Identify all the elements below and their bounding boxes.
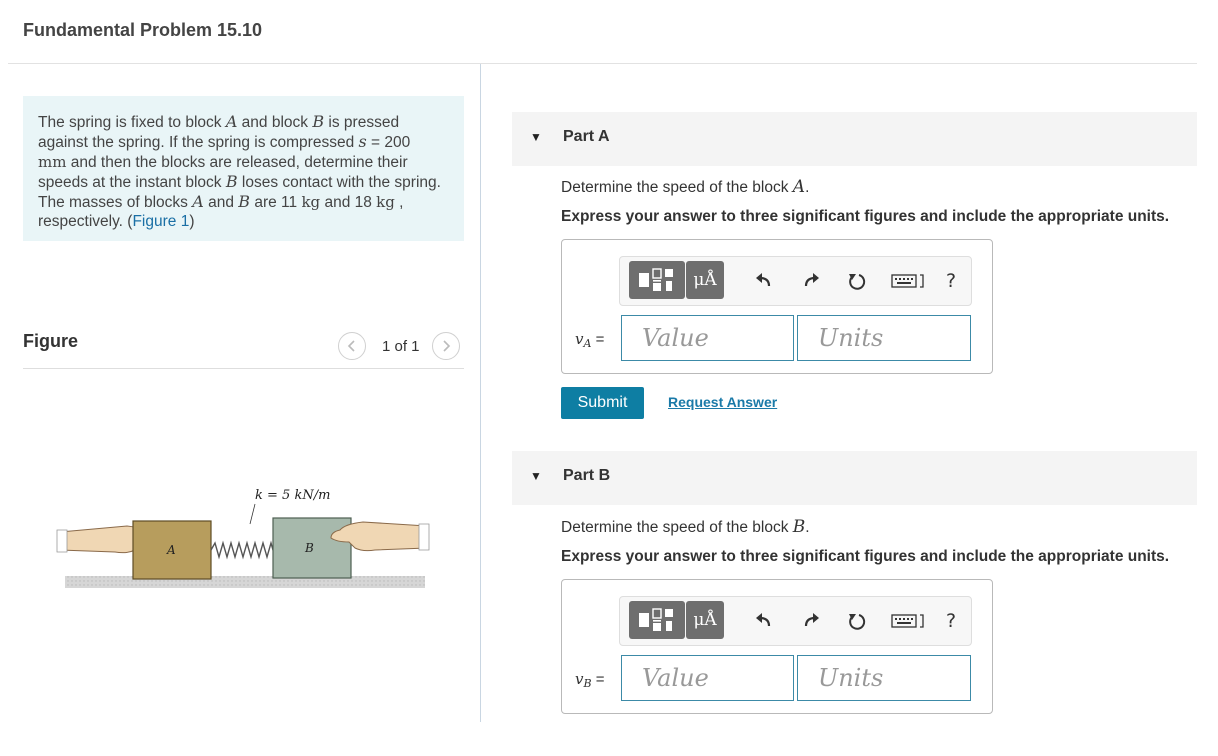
figure-divider xyxy=(23,368,464,369)
value-input[interactable] xyxy=(621,655,794,701)
symbols-icon: μÅ xyxy=(693,610,717,630)
redo-button[interactable] xyxy=(800,609,824,633)
part-b-answer-box: μÅ ? vB = xyxy=(561,579,993,714)
symbols-button[interactable]: μÅ xyxy=(686,601,724,639)
keyboard-button[interactable] xyxy=(890,609,926,633)
submit-button[interactable]: Submit xyxy=(561,387,644,419)
value-input[interactable] xyxy=(621,315,794,361)
figure-link[interactable]: Figure 1 xyxy=(132,213,189,230)
problem-text: = 200 xyxy=(366,134,411,152)
part-b-instructions: Express your answer to three significant… xyxy=(561,548,1170,565)
symbols-icon: μÅ xyxy=(693,270,717,290)
problem-text: and 18 xyxy=(320,194,377,212)
math-var: B xyxy=(238,192,251,212)
math-unit: kg xyxy=(301,193,321,212)
part-b-title: Part B xyxy=(563,467,611,484)
header-divider xyxy=(8,63,1197,64)
part-b-question: Determine the speed of the block B. xyxy=(561,517,810,537)
problem-text: and xyxy=(203,194,239,212)
spring-blocks-figure: k = 5 kN/m A B xyxy=(56,488,430,588)
block-b-label: B xyxy=(304,541,314,555)
undo-button[interactable] xyxy=(751,609,775,633)
problem-text: are 11 xyxy=(250,194,302,212)
figure-pager: 1 of 1 xyxy=(338,332,460,360)
redo-button[interactable] xyxy=(800,269,824,293)
templates-icon xyxy=(639,608,673,631)
part-a-header[interactable]: ▼ Part A xyxy=(512,112,1197,166)
variable-label: vB = xyxy=(575,670,605,690)
units-input[interactable] xyxy=(797,315,971,361)
templates-button[interactable] xyxy=(629,261,685,299)
units-input[interactable] xyxy=(797,655,971,701)
caret-down-icon: ▼ xyxy=(530,130,542,144)
question-var: B xyxy=(792,517,806,537)
equation-toolbar: μÅ ? xyxy=(619,256,972,306)
part-a-title: Part A xyxy=(563,128,610,145)
symbols-button[interactable]: μÅ xyxy=(686,261,724,299)
part-a-instructions: Express your answer to three significant… xyxy=(561,208,1170,225)
reset-button[interactable] xyxy=(845,609,869,633)
math-var: A xyxy=(225,112,238,131)
figure-heading: Figure xyxy=(23,331,79,351)
spring-coil xyxy=(210,540,280,560)
question-var: A xyxy=(792,177,806,197)
var-subscript: A xyxy=(583,337,592,350)
equation-toolbar: μÅ ? xyxy=(619,596,972,646)
undo-button[interactable] xyxy=(751,269,775,293)
reset-button[interactable] xyxy=(845,269,869,293)
part-a-question: Determine the speed of the block A. xyxy=(561,177,809,197)
redo-icon xyxy=(804,613,819,627)
math-var: s xyxy=(358,132,367,152)
keyboard-icon xyxy=(891,274,924,288)
help-icon: ? xyxy=(945,610,957,632)
figure-counter: 1 of 1 xyxy=(382,337,420,355)
redo-icon xyxy=(804,273,819,287)
equals-sign: = xyxy=(591,331,605,348)
left-hand-cuff xyxy=(56,529,68,553)
spring-label-leader xyxy=(249,503,256,525)
reset-icon xyxy=(849,274,866,290)
question-text: Determine the speed of the block xyxy=(561,179,793,196)
request-answer-link[interactable]: Request Answer xyxy=(668,394,777,410)
ground xyxy=(65,576,425,588)
keyboard-button[interactable] xyxy=(890,269,926,293)
problem-statement: The spring is fixed to block A and block… xyxy=(23,96,464,241)
problem-text: The spring is fixed to block xyxy=(38,114,226,131)
templates-icon xyxy=(639,268,673,291)
page-title: Fundamental Problem 15.10 xyxy=(23,20,263,40)
next-figure-button[interactable] xyxy=(431,332,460,360)
math-var: B xyxy=(312,112,325,131)
part-a-answer-box: μÅ ? vA = xyxy=(561,239,993,374)
math-unit: kg xyxy=(376,193,395,212)
math-unit: mm xyxy=(38,152,67,171)
variable-label: vA = xyxy=(575,330,605,350)
spring-label: k = 5 kN/m xyxy=(255,488,330,503)
reset-icon xyxy=(849,614,866,630)
caret-down-icon: ▼ xyxy=(530,469,542,483)
previous-figure-button[interactable] xyxy=(338,332,366,360)
question-end: . xyxy=(805,179,810,196)
chevron-right-icon xyxy=(442,340,450,352)
templates-button[interactable] xyxy=(629,601,685,639)
undo-icon xyxy=(756,613,771,627)
block-a-label: A xyxy=(166,543,176,557)
right-hand-cuff xyxy=(418,523,430,551)
problem-text: ) xyxy=(189,213,195,231)
problem-text: and block xyxy=(237,114,313,131)
equals-sign: = xyxy=(591,671,605,688)
var-subscript: B xyxy=(583,677,592,690)
math-var: A xyxy=(192,192,204,212)
help-button[interactable]: ? xyxy=(939,609,963,633)
keyboard-icon xyxy=(891,614,924,628)
math-var: B xyxy=(225,171,238,191)
question-end: . xyxy=(805,519,810,536)
help-icon: ? xyxy=(945,270,957,292)
column-divider xyxy=(480,64,481,722)
part-b-header[interactable]: ▼ Part B xyxy=(512,451,1197,505)
chevron-left-icon xyxy=(347,340,355,352)
question-text: Determine the speed of the block xyxy=(561,519,793,536)
help-button[interactable]: ? xyxy=(939,269,963,293)
undo-icon xyxy=(756,273,771,287)
